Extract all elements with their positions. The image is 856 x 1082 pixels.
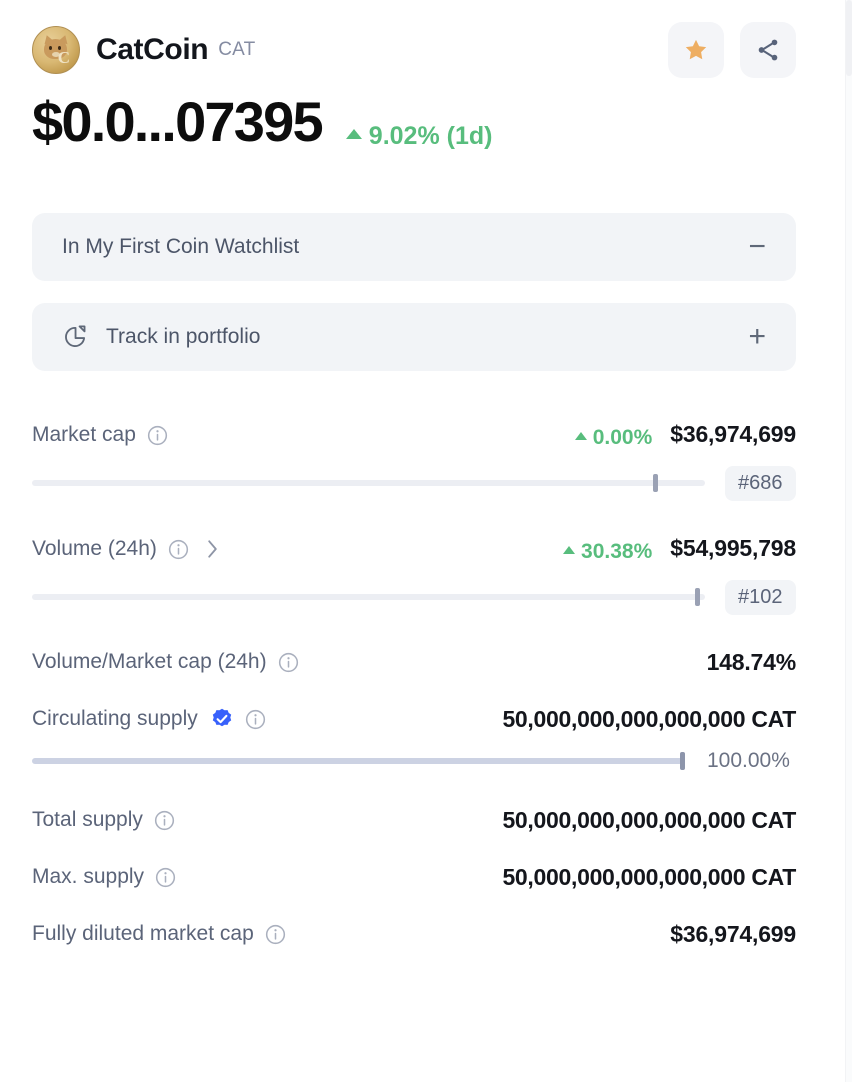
circulating-supply-label: Circulating supply [32, 707, 198, 730]
pie-chart-icon [62, 324, 88, 350]
market-cap-label: Market cap [32, 423, 136, 446]
star-icon [685, 39, 707, 60]
volume-rank-marker [695, 588, 700, 606]
circulating-supply-label-group: Circulating supply [32, 707, 267, 731]
circulating-supply-value: 50,000,000,000,000,000 CAT [502, 705, 796, 732]
fully-diluted-value: $36,974,699 [670, 920, 796, 947]
coin-ticker: CAT [218, 39, 256, 60]
scrollbar-track[interactable] [846, 0, 852, 1082]
volume-rank-bar [32, 588, 705, 606]
info-icon[interactable] [167, 538, 190, 561]
catcoin-logo-icon: C [32, 26, 80, 74]
plus-icon[interactable]: + [748, 321, 766, 352]
minus-icon[interactable]: − [748, 231, 766, 262]
total-supply-values: 50,000,000,000,000,000 CAT [502, 807, 796, 834]
coin-detail-page: C CatCoin CAT $0.0...07395 9.02% (1d) In… [0, 0, 856, 1082]
share-button[interactable] [740, 22, 796, 78]
volume-market-cap-value: 148.74% [706, 648, 797, 675]
fully-diluted-values: $36,974,699 [670, 921, 796, 948]
circulating-supply-percent: 100.00% [707, 748, 790, 772]
info-icon[interactable] [154, 866, 177, 889]
volume-change: 30.38% [563, 540, 652, 564]
total-supply-label-group: Total supply [32, 808, 176, 832]
price-change-value: 9.02% (1d) [368, 121, 493, 150]
stat-row-total-supply: Total supply 50,000,000,000,000,000 CAT [32, 807, 796, 834]
volume-values: 30.38% $54,995,798 [563, 535, 796, 564]
info-icon[interactable] [264, 923, 287, 946]
page-content: C CatCoin CAT $0.0...07395 9.02% (1d) In… [0, 0, 828, 948]
market-cap-rank-badge: #686 [725, 465, 796, 501]
market-cap-rank-marker [653, 474, 658, 492]
info-icon[interactable] [244, 708, 267, 731]
volume-label: Volume (24h) [32, 537, 157, 560]
info-icon[interactable] [277, 651, 300, 674]
portfolio-label: Track in portfolio [106, 324, 261, 348]
market-cap-rank-bar [32, 474, 705, 492]
fully-diluted-label-group: Fully diluted market cap [32, 922, 287, 946]
share-icon [758, 39, 778, 61]
stats-section: Market cap 0.00% $36,974,699 #686 Volume… [32, 421, 796, 948]
max-supply-values: 50,000,000,000,000,000 CAT [502, 864, 796, 891]
scrollbar-thumb[interactable] [846, 0, 852, 76]
market-cap-label-group: Market cap [32, 423, 169, 447]
market-cap-value: $36,974,699 [670, 420, 796, 447]
arrow-up-icon [345, 129, 362, 139]
track-portfolio-button[interactable]: Track in portfolio + [32, 302, 796, 371]
stat-row-volume: Volume (24h) 30.38% $54,995,798 [32, 535, 796, 564]
coin-name: CatCoin [96, 33, 209, 66]
chevron-right-icon[interactable] [204, 538, 221, 560]
circulating-supply-bar [32, 751, 685, 770]
circulating-supply-values: 50,000,000,000,000,000 CAT [502, 706, 796, 733]
total-supply-value: 50,000,000,000,000,000 CAT [502, 806, 796, 833]
volume-value: $54,995,798 [670, 534, 796, 561]
volume-label-group: Volume (24h) [32, 537, 221, 561]
stat-row-market-cap: Market cap 0.00% $36,974,699 [32, 421, 796, 450]
info-icon[interactable] [153, 809, 176, 832]
favorite-button[interactable] [668, 22, 724, 78]
market-cap-rank-bar-row: #686 [32, 465, 796, 501]
watchlist-button[interactable]: In My First Coin Watchlist − [32, 212, 796, 281]
price-section: $0.0...07395 9.02% (1d) [32, 94, 796, 151]
circulating-supply-marker [680, 751, 685, 770]
stat-row-volume-market-cap: Volume/Market cap (24h) 148.74% [32, 649, 796, 676]
market-cap-change: 0.00% [574, 425, 653, 450]
stat-row-circulating-supply: Circulating supply 50,000,000,000,000,00… [32, 706, 796, 733]
arrow-up-icon [563, 545, 576, 554]
stat-row-max-supply: Max. supply 50,000,000,000,000,000 CAT [32, 864, 796, 891]
watchlist-label: In My First Coin Watchlist [62, 234, 300, 258]
max-supply-label-group: Max. supply [32, 865, 177, 889]
circulating-supply-bar-row: 100.00% [32, 749, 796, 773]
total-supply-label: Total supply [32, 808, 143, 831]
volume-market-cap-label: Volume/Market cap (24h) [32, 650, 267, 673]
arrow-up-icon [574, 431, 587, 440]
max-supply-value: 50,000,000,000,000,000 CAT [502, 863, 796, 890]
fully-diluted-label: Fully diluted market cap [32, 922, 254, 945]
volume-rank-bar-row: #102 [32, 579, 796, 615]
info-icon[interactable] [146, 424, 169, 447]
volume-market-cap-values: 148.74% [706, 648, 797, 676]
volume-change-value: 30.38% [581, 539, 653, 563]
coin-header: C CatCoin CAT [32, 0, 796, 78]
verified-badge-icon [210, 707, 234, 731]
max-supply-label: Max. supply [32, 865, 145, 888]
market-cap-change-value: 0.00% [592, 425, 653, 449]
volume-rank-badge: #102 [725, 579, 796, 615]
volume-market-cap-label-group: Volume/Market cap (24h) [32, 650, 300, 674]
price-change: 9.02% (1d) [345, 121, 493, 151]
current-price: $0.0...07395 [32, 90, 324, 153]
stat-row-fully-diluted-market-cap: Fully diluted market cap $36,974,699 [32, 921, 796, 948]
market-cap-values: 0.00% $36,974,699 [574, 420, 796, 450]
